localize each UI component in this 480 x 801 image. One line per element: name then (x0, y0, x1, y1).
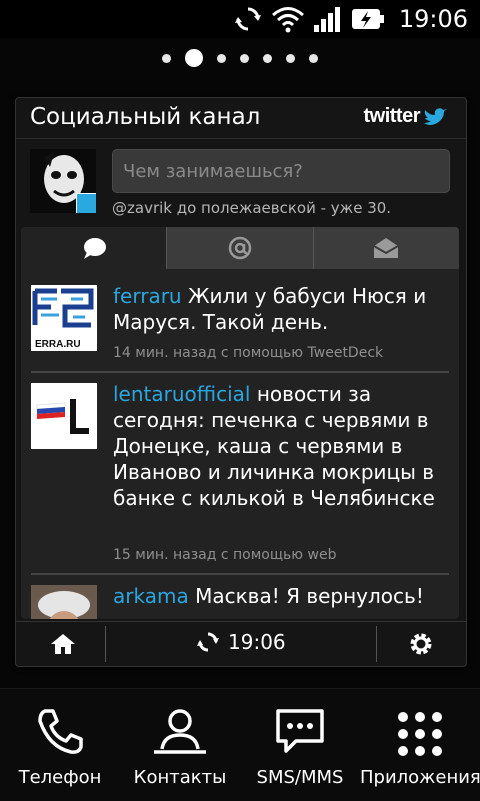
feed-tabs (21, 227, 459, 269)
tweet-avatar[interactable]: ERRA.RU (31, 285, 97, 351)
widget-header: Социальный канал twitter (16, 98, 466, 139)
tweet-avatar[interactable] (31, 383, 97, 449)
twitter-wordmark: twitter (363, 105, 421, 127)
svg-text:ERRA.RU: ERRA.RU (35, 339, 81, 350)
gear-icon (410, 633, 432, 655)
refresh-icon (197, 632, 219, 652)
tweet-body: Масква! Я вернулось! (195, 584, 424, 608)
dock-label: Телефон (18, 767, 102, 788)
tab-timeline[interactable] (21, 227, 168, 269)
page-dot (162, 53, 171, 63)
page-dot-active (185, 49, 203, 67)
twitter-logo: twitter (364, 105, 449, 128)
status-update-input[interactable]: Чем занимаешься? (112, 149, 450, 193)
tweet-text: lentaruofficial новости за сегодня: пече… (113, 381, 449, 511)
my-avatar[interactable] (30, 149, 96, 213)
tweet-author[interactable]: ferraru (113, 284, 182, 308)
dock-label: Контакты (133, 767, 227, 788)
tweet-text: ferraru Жили у бабуси Нюся и Маруся. Так… (113, 283, 449, 335)
user-photo-icon (31, 585, 97, 619)
dock-messages[interactable]: SMS/MMS (240, 689, 360, 801)
last-refresh-time: 19:06 (228, 630, 286, 654)
tweet-author[interactable]: arkama (113, 584, 189, 608)
contacts-icon (154, 709, 206, 754)
phone-icon (38, 709, 83, 754)
my-last-status: @zavrik до полежаевской - уже 30. (112, 199, 392, 217)
settings-button[interactable] (408, 631, 434, 661)
home-button[interactable] (50, 632, 76, 660)
tweet-meta: 15 мин. назад с помощью web (113, 547, 337, 563)
sms-icon (276, 709, 324, 753)
widget-footer: 19:06 (16, 621, 466, 666)
page-dot (240, 53, 249, 63)
status-clock: 19:06 (398, 5, 468, 33)
footer-divider (105, 626, 106, 662)
home-page-indicator[interactable] (0, 46, 480, 70)
envelope-icon (373, 238, 399, 258)
home-icon (51, 634, 75, 654)
dock-label: Приложения (360, 767, 480, 788)
speech-bubble-icon (83, 238, 106, 259)
tweet-meta: 14 мин. назад с помощью TweetDeck (113, 345, 384, 361)
social-feed-widget: Социальный канал twitter Чем занимаешься… (15, 97, 467, 667)
page-dot (309, 53, 318, 63)
twitter-bird-icon (424, 107, 447, 125)
lenta-logo-icon (31, 383, 97, 449)
page-dot (286, 53, 295, 63)
tab-mentions[interactable] (167, 227, 314, 269)
widget-title: Социальный канал (30, 104, 261, 130)
wifi-icon (271, 7, 304, 33)
refresh-button[interactable]: 19:06 (196, 630, 286, 654)
tab-direct-messages[interactable] (313, 227, 459, 269)
dock-contacts[interactable]: Контакты (120, 689, 240, 801)
sync-icon (234, 7, 261, 31)
signal-icon (313, 7, 340, 32)
tweet-divider (31, 371, 449, 373)
apps-icon (398, 712, 442, 756)
tweet-feed[interactable]: ERRA.RU ferraru Жили у бабуси Нюся и Мар… (21, 227, 459, 619)
ferra-logo-icon: ERRA.RU (31, 285, 97, 351)
tweet-item[interactable]: arkama Масква! Я вернулось! (21, 583, 459, 619)
at-icon (228, 236, 252, 260)
page-dot (263, 53, 272, 63)
tweet-divider (31, 573, 449, 575)
tweet-text: arkama Масква! Я вернулось! (113, 583, 449, 609)
app-dock: Телефон Контакты SMS/MMS Приложения (0, 688, 480, 801)
tweet-item[interactable]: lentaruofficial новости за сегодня: пече… (21, 381, 459, 575)
status-icons: 19:06 (233, 4, 468, 34)
twitter-badge-icon (76, 193, 96, 213)
dock-apps[interactable]: Приложения (360, 689, 480, 801)
tweet-author[interactable]: lentaruofficial (113, 382, 250, 406)
page-dot (217, 53, 226, 63)
status-bar: 19:06 (0, 0, 480, 38)
tweet-avatar[interactable] (31, 585, 97, 619)
dock-label: SMS/MMS (256, 767, 344, 788)
dock-phone[interactable]: Телефон (0, 689, 120, 801)
tweet-item[interactable]: ERRA.RU ferraru Жили у бабуси Нюся и Мар… (21, 281, 459, 373)
battery-charging-icon (351, 9, 384, 29)
footer-divider (376, 626, 377, 662)
